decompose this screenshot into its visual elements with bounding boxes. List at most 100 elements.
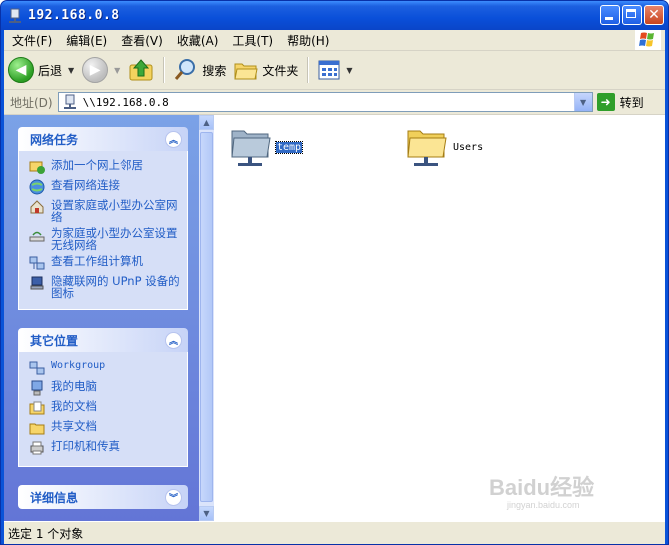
menu-tools[interactable]: 工具(T) xyxy=(226,32,279,49)
toolbar: ◀ 后退 ▼ ▶ ▼ 搜索 文件夹 ▼ xyxy=(4,51,665,90)
my-computer-icon xyxy=(31,380,43,396)
title-bar[interactable]: 192.168.0.8 ✕ xyxy=(1,1,668,30)
toolbar-separator xyxy=(163,57,166,83)
other-places-panel: 其它位置 ︽ Workgroup 我的电脑 我的文档 共享文档 打印机和传真 xyxy=(18,328,188,467)
my-documents-icon xyxy=(29,401,45,415)
menu-help[interactable]: 帮助(H) xyxy=(281,32,335,49)
minimize-button[interactable] xyxy=(600,5,620,25)
watermark-text: Baidu经验 xyxy=(489,475,594,500)
status-text: 选定 1 个对象 xyxy=(8,526,84,541)
collapse-chevron-icon[interactable]: ︽ xyxy=(165,331,182,349)
panel-title: 网络任务 xyxy=(30,132,79,147)
toolbar-separator xyxy=(307,57,310,83)
shared-documents-link[interactable]: 共享文档 xyxy=(29,420,187,436)
close-button[interactable]: ✕ xyxy=(644,5,664,25)
file-item-temp[interactable]: temp xyxy=(228,123,304,171)
shared-folder-icon xyxy=(29,423,45,435)
setup-home-network-link[interactable]: 设置家庭或小型办公室网络 xyxy=(29,199,187,223)
add-network-place-link[interactable]: 添加一个网上邻居 xyxy=(29,159,187,175)
printers-and-faxes-link[interactable]: 打印机和传真 xyxy=(29,440,187,456)
file-label: temp xyxy=(274,140,304,154)
wireless-network-icon xyxy=(29,231,45,242)
scroll-up-arrow-icon[interactable]: ▲ xyxy=(199,115,214,130)
address-value: \\192.168.0.8 xyxy=(82,95,169,109)
baidu-jingyan-watermark: Baidu经验 jingyan.baidu.com xyxy=(489,475,594,510)
menu-favorites[interactable]: 收藏(A) xyxy=(171,32,225,49)
maximize-button[interactable] xyxy=(622,5,642,25)
windows-logo-icon xyxy=(635,30,661,50)
search-label: 搜索 xyxy=(202,63,227,78)
watermark-subtext: jingyan.baidu.com xyxy=(506,500,580,510)
explorer-window: 192.168.0.8 ✕ 文件(F) 编辑(E) 查看(V) 收藏(A) 工具… xyxy=(0,0,669,545)
scrollbar-thumb[interactable] xyxy=(200,132,213,502)
address-bar: 地址(D) \\192.168.0.8 ▼ ➜ 转到 xyxy=(4,90,665,115)
chevron-down-icon[interactable]: ▼ xyxy=(68,66,74,75)
address-input[interactable]: \\192.168.0.8 ▼ xyxy=(57,92,593,112)
up-button[interactable] xyxy=(124,54,158,86)
status-bar: 选定 1 个对象 xyxy=(4,521,665,544)
views-icon xyxy=(318,60,340,80)
chevron-down-icon[interactable]: ▼ xyxy=(346,66,352,75)
back-label: 后退 xyxy=(38,63,63,78)
workgroup-computers-icon xyxy=(29,256,45,270)
file-label: Users xyxy=(453,141,484,153)
folder-up-icon xyxy=(129,59,153,81)
network-share-icon xyxy=(9,8,21,23)
forward-button[interactable]: ▶ ▼ xyxy=(78,54,124,86)
my-computer-link[interactable]: 我的电脑 xyxy=(29,380,187,396)
back-arrow-icon: ◀ xyxy=(8,57,34,83)
view-workgroup-computers-link[interactable]: 查看工作组计算机 xyxy=(29,255,187,271)
chevron-down-icon[interactable]: ▼ xyxy=(114,66,120,75)
my-documents-link[interactable]: 我的文档 xyxy=(29,400,187,416)
network-tasks-body: 添加一个网上邻居 查看网络连接 设置家庭或小型办公室网络 为家庭或小型办公室设置… xyxy=(18,151,188,310)
upnp-device-icon xyxy=(30,276,44,290)
go-label: 转到 xyxy=(619,95,644,110)
panel-title: 详细信息 xyxy=(30,490,79,505)
home-network-icon xyxy=(30,200,44,214)
setup-wireless-network-link[interactable]: 为家庭或小型办公室设置无线网络 xyxy=(29,227,187,251)
workgroup-icon xyxy=(29,361,45,375)
shared-folder-icon xyxy=(231,130,271,166)
file-view[interactable]: temp Users Baidu经验 jingyan.baidu.com xyxy=(214,115,665,521)
shared-folder-icon xyxy=(407,130,447,166)
forward-arrow-icon: ▶ xyxy=(82,57,109,83)
menu-file[interactable]: 文件(F) xyxy=(6,32,58,49)
other-places-header[interactable]: 其它位置 ︽ xyxy=(18,328,188,352)
menu-edit[interactable]: 编辑(E) xyxy=(60,32,113,49)
task-pane: 网络任务 ︽ 添加一个网上邻居 查看网络连接 设置家庭或小型办公室网络 为家庭或… xyxy=(4,115,214,521)
task-pane-scrollbar[interactable]: ▲ ▼ xyxy=(199,115,214,521)
window-title: 192.168.0.8 xyxy=(28,8,120,23)
hide-upnp-icons-link[interactable]: 隐藏联网的 UPnP 设备的图标 xyxy=(29,275,187,299)
search-button[interactable]: 搜索 xyxy=(170,54,230,86)
file-item-users[interactable]: Users xyxy=(404,123,484,171)
views-button[interactable]: ▼ xyxy=(314,54,356,86)
details-header[interactable]: 详细信息 ︾ xyxy=(18,485,188,509)
go-button[interactable]: ➜ 转到 xyxy=(596,93,644,111)
other-places-body: Workgroup 我的电脑 我的文档 共享文档 打印机和传真 xyxy=(18,352,188,467)
menu-bar: 文件(F) 编辑(E) 查看(V) 收藏(A) 工具(T) 帮助(H) xyxy=(4,30,665,51)
folders-icon xyxy=(234,63,258,80)
add-network-place-icon xyxy=(29,161,45,174)
panel-title: 其它位置 xyxy=(30,333,79,348)
collapse-chevron-icon[interactable]: ︽ xyxy=(165,130,182,148)
network-share-icon xyxy=(63,94,76,109)
go-arrow-icon: ➜ xyxy=(596,93,615,111)
content-area: 网络任务 ︽ 添加一个网上邻居 查看网络连接 设置家庭或小型办公室网络 为家庭或… xyxy=(4,115,665,521)
printer-icon xyxy=(30,441,44,455)
workgroup-link[interactable]: Workgroup xyxy=(29,360,187,376)
view-network-connections-link[interactable]: 查看网络连接 xyxy=(29,179,187,195)
folders-label: 文件夹 xyxy=(262,63,299,78)
window-client: 文件(F) 编辑(E) 查看(V) 收藏(A) 工具(T) 帮助(H) ◀ 后退… xyxy=(4,30,665,544)
details-panel: 详细信息 ︾ xyxy=(18,485,188,509)
search-icon xyxy=(175,59,196,80)
network-globe-icon xyxy=(29,179,45,195)
address-dropdown-button[interactable]: ▼ xyxy=(573,93,592,111)
expand-chevron-icon[interactable]: ︾ xyxy=(165,488,182,506)
back-button[interactable]: ◀ 后退 ▼ xyxy=(4,54,78,86)
menu-view[interactable]: 查看(V) xyxy=(115,32,169,49)
scroll-down-arrow-icon[interactable]: ▼ xyxy=(199,506,214,521)
network-tasks-header[interactable]: 网络任务 ︽ xyxy=(18,127,188,151)
folders-button[interactable]: 文件夹 xyxy=(230,54,302,86)
network-tasks-panel: 网络任务 ︽ 添加一个网上邻居 查看网络连接 设置家庭或小型办公室网络 为家庭或… xyxy=(18,127,188,310)
address-label: 地址(D) xyxy=(10,95,53,110)
